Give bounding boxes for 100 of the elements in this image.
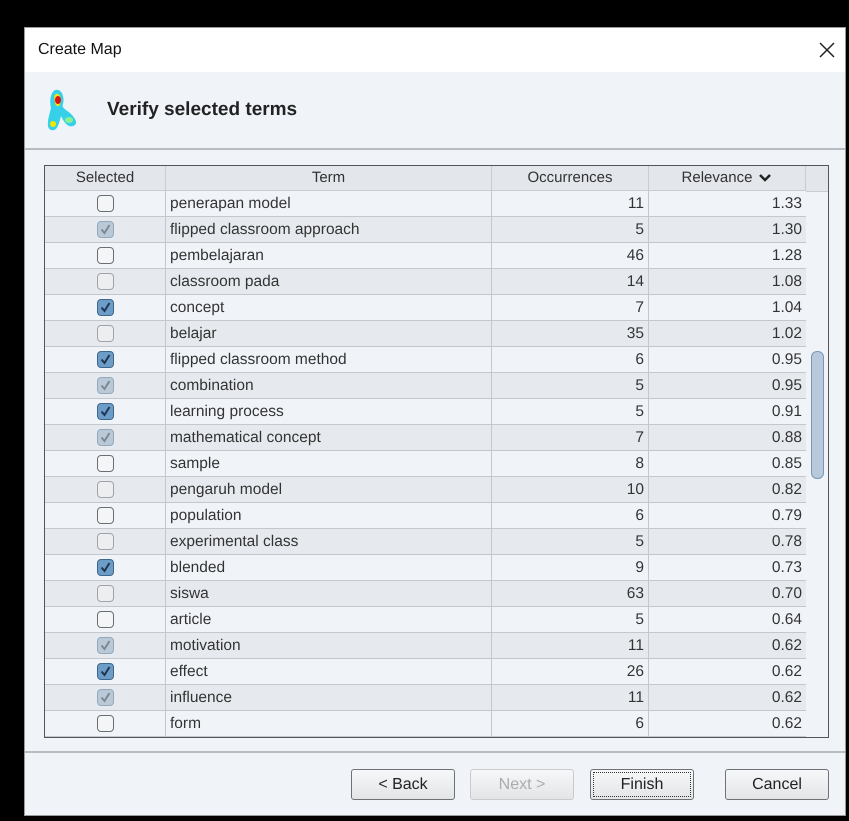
checkbox[interactable] — [96, 663, 114, 680]
column-header[interactable]: Occurrences — [492, 166, 649, 190]
checkbox[interactable] — [96, 273, 114, 290]
checkbox[interactable] — [96, 351, 114, 368]
relevance-cell-text: 0.82 — [772, 480, 802, 500]
occurrences-cell-text: 7 — [635, 428, 644, 448]
term-cell-text: blended — [170, 558, 226, 578]
occurrences-cell-text: 5 — [635, 532, 644, 552]
occurrences-cell-text: 6 — [635, 350, 644, 370]
relevance-cell-text: 0.73 — [772, 558, 802, 578]
relevance-cell-text: 0.62 — [772, 688, 802, 708]
term-cell-text: effect — [170, 662, 208, 682]
close-icon[interactable] — [819, 42, 835, 58]
column-header[interactable]: Selected — [45, 166, 166, 190]
table-row[interactable]: concept 7 1.04 — [45, 295, 806, 321]
checkbox[interactable] — [96, 611, 114, 628]
scrollbar-thumb[interactable] — [811, 351, 824, 479]
table-row[interactable]: motivation 11 0.62 — [45, 633, 806, 659]
term-cell-text: flipped classroom method — [170, 350, 347, 370]
checkbox[interactable] — [96, 429, 114, 446]
relevance-cell-text: 0.62 — [772, 636, 802, 656]
term-cell-text: belajar — [170, 324, 217, 344]
dialog-button[interactable]: < Back — [351, 769, 455, 800]
occurrences-cell-text: 11 — [628, 194, 644, 214]
term-cell-text: influence — [170, 688, 232, 708]
term-cell-text: motivation — [170, 636, 241, 656]
page-heading: Verify selected terms — [107, 98, 298, 122]
checkbox[interactable] — [96, 507, 114, 524]
table-row[interactable]: pembelajaran 46 1.28 — [45, 243, 806, 269]
table-row[interactable]: blended 9 0.73 — [45, 555, 806, 581]
checkbox[interactable] — [96, 195, 114, 212]
relevance-cell-text: 0.79 — [772, 506, 802, 526]
term-cell-text: population — [170, 506, 242, 526]
occurrences-cell-text: 6 — [635, 506, 644, 526]
term-cell-text: pembelajaran — [170, 246, 264, 266]
column-header[interactable]: Term — [166, 166, 492, 190]
table-row[interactable]: sample 8 0.85 — [45, 451, 806, 477]
relevance-cell-text: 0.91 — [772, 402, 802, 422]
occurrences-cell-text: 8 — [635, 454, 644, 474]
term-cell-text: siswa — [170, 584, 209, 604]
relevance-cell-text: 1.04 — [772, 298, 802, 318]
checkbox[interactable] — [96, 559, 114, 576]
term-cell-text: learning process — [170, 402, 284, 422]
table-row[interactable]: learning process 5 0.91 — [45, 399, 806, 425]
checkbox[interactable] — [96, 403, 114, 420]
checkbox[interactable] — [96, 221, 114, 238]
table-row[interactable]: classroom pada 14 1.08 — [45, 269, 806, 295]
occurrences-cell-text: 5 — [635, 610, 644, 630]
relevance-cell-text: 1.28 — [772, 246, 802, 266]
table-row[interactable]: effect 26 0.62 — [45, 659, 806, 685]
checkbox[interactable] — [96, 715, 114, 732]
checkbox[interactable] — [96, 377, 114, 394]
occurrences-cell-text: 11 — [628, 636, 644, 656]
checkbox[interactable] — [96, 637, 114, 654]
relevance-cell-text: 0.70 — [772, 584, 802, 604]
dialog-button[interactable]: Finish — [590, 769, 694, 800]
table-row[interactable]: mathematical concept 7 0.88 — [45, 425, 806, 451]
relevance-cell-text: 1.02 — [772, 324, 802, 344]
checkbox[interactable] — [96, 325, 114, 342]
table-row[interactable]: penerapan model 11 1.33 — [45, 191, 806, 217]
occurrences-cell-text: 5 — [635, 376, 644, 396]
table-row[interactable]: article 5 0.64 — [45, 607, 806, 633]
relevance-cell-text: 0.95 — [772, 350, 802, 370]
table-row[interactable]: form 6 0.62 — [45, 711, 806, 737]
occurrences-cell-text: 46 — [626, 246, 644, 266]
checkbox[interactable] — [96, 481, 114, 498]
term-cell-text: article — [170, 610, 212, 630]
occurrences-cell-text: 5 — [635, 402, 644, 422]
checkbox[interactable] — [96, 455, 114, 472]
relevance-cell-text: 1.33 — [772, 194, 802, 214]
table-row[interactable]: combination 5 0.95 — [45, 373, 806, 399]
term-cell-text: form — [170, 714, 201, 734]
occurrences-cell-text: 35 — [626, 324, 644, 344]
term-cell-text: classroom pada — [170, 272, 280, 292]
occurrences-cell-text: 6 — [635, 714, 644, 734]
term-cell-text: mathematical concept — [170, 428, 321, 448]
occurrences-cell-text: 7 — [635, 298, 644, 318]
relevance-cell-text: 0.62 — [772, 662, 802, 682]
checkbox[interactable] — [96, 585, 114, 602]
sort-descending-icon[interactable] — [758, 173, 772, 183]
table-row[interactable]: siswa 63 0.70 — [45, 581, 806, 607]
table-row[interactable]: flipped classroom approach 5 1.30 — [45, 217, 806, 243]
table-row[interactable]: flipped classroom method 6 0.95 — [45, 347, 806, 373]
checkbox[interactable] — [96, 247, 114, 264]
occurrences-cell-text: 11 — [628, 688, 644, 708]
table-row[interactable]: experimental class 5 0.78 — [45, 529, 806, 555]
checkbox[interactable] — [96, 689, 114, 706]
checkbox[interactable] — [96, 299, 114, 316]
relevance-cell-text: 0.78 — [772, 532, 802, 552]
checkbox[interactable] — [96, 533, 114, 550]
term-cell-text: flipped classroom approach — [170, 220, 360, 240]
dialog-button[interactable]: Cancel — [725, 769, 829, 800]
table-row[interactable]: belajar 35 1.02 — [45, 321, 806, 347]
relevance-cell-text: 1.08 — [772, 272, 802, 292]
table-row[interactable]: population 6 0.79 — [45, 503, 806, 529]
table-row[interactable]: influence 11 0.62 — [45, 685, 806, 711]
occurrences-cell-text: 5 — [635, 220, 644, 240]
term-cell-text: combination — [170, 376, 254, 396]
relevance-cell-text: 0.88 — [772, 428, 802, 448]
table-row[interactable]: pengaruh model 10 0.82 — [45, 477, 806, 503]
